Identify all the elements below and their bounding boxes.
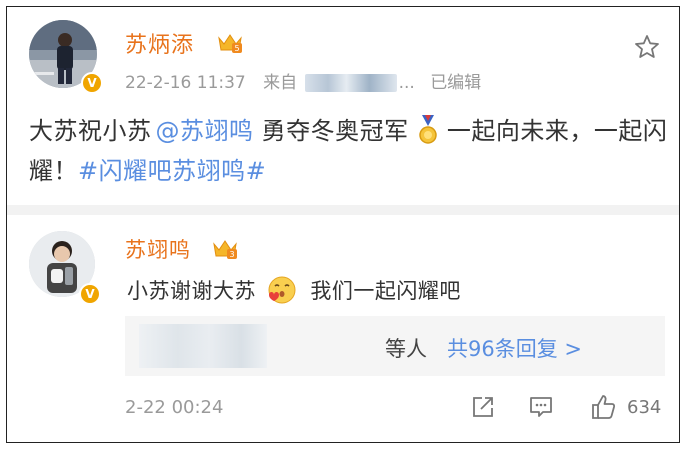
- edited-label[interactable]: 已编辑: [430, 68, 481, 93]
- verified-badge-icon: V: [79, 283, 101, 305]
- post-timestamp: 22-2-16 11:37: [125, 73, 246, 93]
- comment-icon[interactable]: [527, 393, 555, 421]
- blowing-kiss-emoji-icon: [268, 276, 296, 304]
- verified-badge-icon: V: [81, 72, 103, 94]
- reply-author-name[interactable]: 苏翊鸣: [125, 234, 191, 264]
- mention-link[interactable]: @苏翊鸣: [156, 117, 254, 145]
- post-text: 大苏祝小苏 @苏翊鸣 勇夺冬奥冠军 一起向未来，一起闪耀！#闪耀吧苏翊鸣#: [29, 111, 669, 191]
- hashtag-link[interactable]: #闪耀吧苏翊鸣#: [78, 157, 266, 185]
- reply-time: 2-22 00:24: [125, 397, 224, 418]
- source-ellipsis: ...: [398, 73, 415, 93]
- weibo-comment-card: V 苏炳添 5 22-2-16 11:37 来自 ... 已编辑 大苏祝小苏 @苏…: [6, 6, 680, 443]
- replies-summary[interactable]: 等人 共96条回复 >: [125, 316, 665, 376]
- post: V 苏炳添 5 22-2-16 11:37 来自 ... 已编辑 大苏祝小苏 @苏…: [7, 7, 679, 205]
- post-text-middle: 勇夺冬奥冠军: [253, 117, 409, 145]
- medal-icon: [419, 115, 437, 144]
- blurred-reply-avatars: [139, 324, 267, 368]
- replies-prefix: 等人: [385, 337, 427, 361]
- reply-text-start: 小苏谢谢大苏: [127, 279, 256, 303]
- view-replies-link[interactable]: 共96条回复 >: [447, 333, 582, 363]
- star-icon[interactable]: [633, 33, 661, 61]
- reply-text: 小苏谢谢大苏 我们一起闪耀吧: [127, 275, 461, 305]
- vip-crown-icon[interactable]: 5: [217, 32, 243, 54]
- divider: [7, 205, 679, 215]
- source-prefix: 来自: [263, 73, 298, 93]
- svg-text:3: 3: [229, 250, 234, 259]
- author-name[interactable]: 苏炳添: [125, 27, 194, 59]
- blurred-source: [304, 74, 397, 92]
- like-count: 634: [627, 397, 662, 418]
- reply-footer: 2-22 00:24 634: [7, 390, 679, 430]
- vip-crown-icon[interactable]: 3: [212, 238, 238, 260]
- svg-text:5: 5: [234, 44, 239, 53]
- post-text-start: 大苏祝小苏: [29, 117, 152, 145]
- share-icon[interactable]: [469, 393, 497, 421]
- thumbs-up-icon[interactable]: [589, 393, 617, 421]
- reply-text-end: 我们一起闪耀吧: [310, 279, 461, 303]
- post-meta: 22-2-16 11:37 来自 ... 已编辑: [125, 68, 481, 93]
